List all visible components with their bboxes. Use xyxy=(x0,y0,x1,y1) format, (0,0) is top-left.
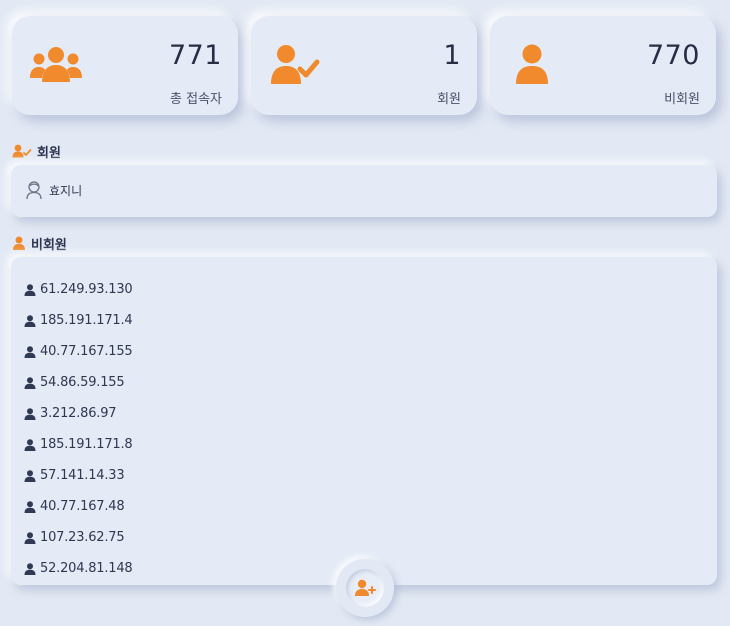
user-icon xyxy=(24,562,36,575)
members-panel: 효지니 xyxy=(11,165,717,217)
total-visitors-value: 771 xyxy=(168,40,222,71)
members-count-label: 회원 xyxy=(437,92,461,107)
user-icon xyxy=(516,44,548,84)
guests-section-title: 비회원 xyxy=(12,233,67,253)
guest-ip: 61.249.93.130 xyxy=(40,282,133,297)
guest-item[interactable]: 3.212.86.97 xyxy=(24,398,133,429)
user-icon xyxy=(24,314,36,327)
guests-count-value: 770 xyxy=(646,40,700,71)
user-icon xyxy=(24,500,36,513)
user-icon xyxy=(24,438,36,451)
guest-item[interactable]: 61.249.93.130 xyxy=(24,274,133,305)
member-item[interactable]: 효지니 xyxy=(25,180,82,200)
user-icon xyxy=(24,469,36,482)
guest-ip: 57.141.14.33 xyxy=(40,468,125,483)
user-outline-icon xyxy=(26,181,42,200)
user-icon xyxy=(13,236,25,250)
members-count-value: 1 xyxy=(443,40,461,71)
guest-ip: 185.191.171.4 xyxy=(40,313,133,328)
guest-item[interactable]: 57.141.14.33 xyxy=(24,460,133,491)
user-icon xyxy=(24,376,36,389)
member-name: 효지니 xyxy=(49,183,83,198)
guest-ip: 40.77.167.155 xyxy=(40,344,133,359)
guest-item[interactable]: 52.204.81.148 xyxy=(24,553,133,584)
guest-ip: 40.77.167.48 xyxy=(40,499,125,514)
stat-card-members: 1 회원 xyxy=(251,16,477,115)
stat-card-total: 771 총 접속자 xyxy=(12,16,238,115)
guest-item[interactable]: 185.191.171.8 xyxy=(24,429,133,460)
user-check-icon xyxy=(12,144,32,158)
user-icon xyxy=(24,345,36,358)
user-icon xyxy=(24,531,36,544)
user-check-icon xyxy=(271,45,320,84)
add-user-button[interactable] xyxy=(346,569,384,607)
guest-ip: 185.191.171.8 xyxy=(40,437,133,452)
guests-section-label: 비회원 xyxy=(31,237,67,253)
guest-ip: 107.23.62.75 xyxy=(40,530,125,545)
guest-list: 61.249.93.130 185.191.171.4 40.77.167.155 5… xyxy=(24,274,133,584)
guest-item[interactable]: 107.23.62.75 xyxy=(24,522,133,553)
total-visitors-label: 총 접속자 xyxy=(170,92,222,107)
guest-ip: 3.212.86.97 xyxy=(40,406,117,421)
users-group-icon xyxy=(30,47,82,82)
guest-item[interactable]: 54.86.59.155 xyxy=(24,367,133,398)
guests-panel: 61.249.93.130 185.191.171.4 40.77.167.155 5… xyxy=(11,257,717,585)
stat-card-guests: 770 비회원 xyxy=(490,16,716,115)
guest-item[interactable]: 40.77.167.48 xyxy=(24,491,133,522)
user-plus-icon xyxy=(355,579,376,596)
guests-count-label: 비회원 xyxy=(664,92,700,107)
user-icon xyxy=(24,283,36,296)
guest-ip: 54.86.59.155 xyxy=(40,375,125,390)
user-icon xyxy=(24,407,36,420)
connected-users-page: 771 총 접속자 1 회원 770 비회원 회원 효지니 비회원 61.249… xyxy=(0,0,730,626)
guest-ip: 52.204.81.148 xyxy=(40,561,133,576)
guest-item[interactable]: 40.77.167.155 xyxy=(24,336,133,367)
members-section-label: 회원 xyxy=(37,145,61,161)
members-section-title: 회원 xyxy=(12,141,61,161)
guest-item[interactable]: 185.191.171.4 xyxy=(24,305,133,336)
